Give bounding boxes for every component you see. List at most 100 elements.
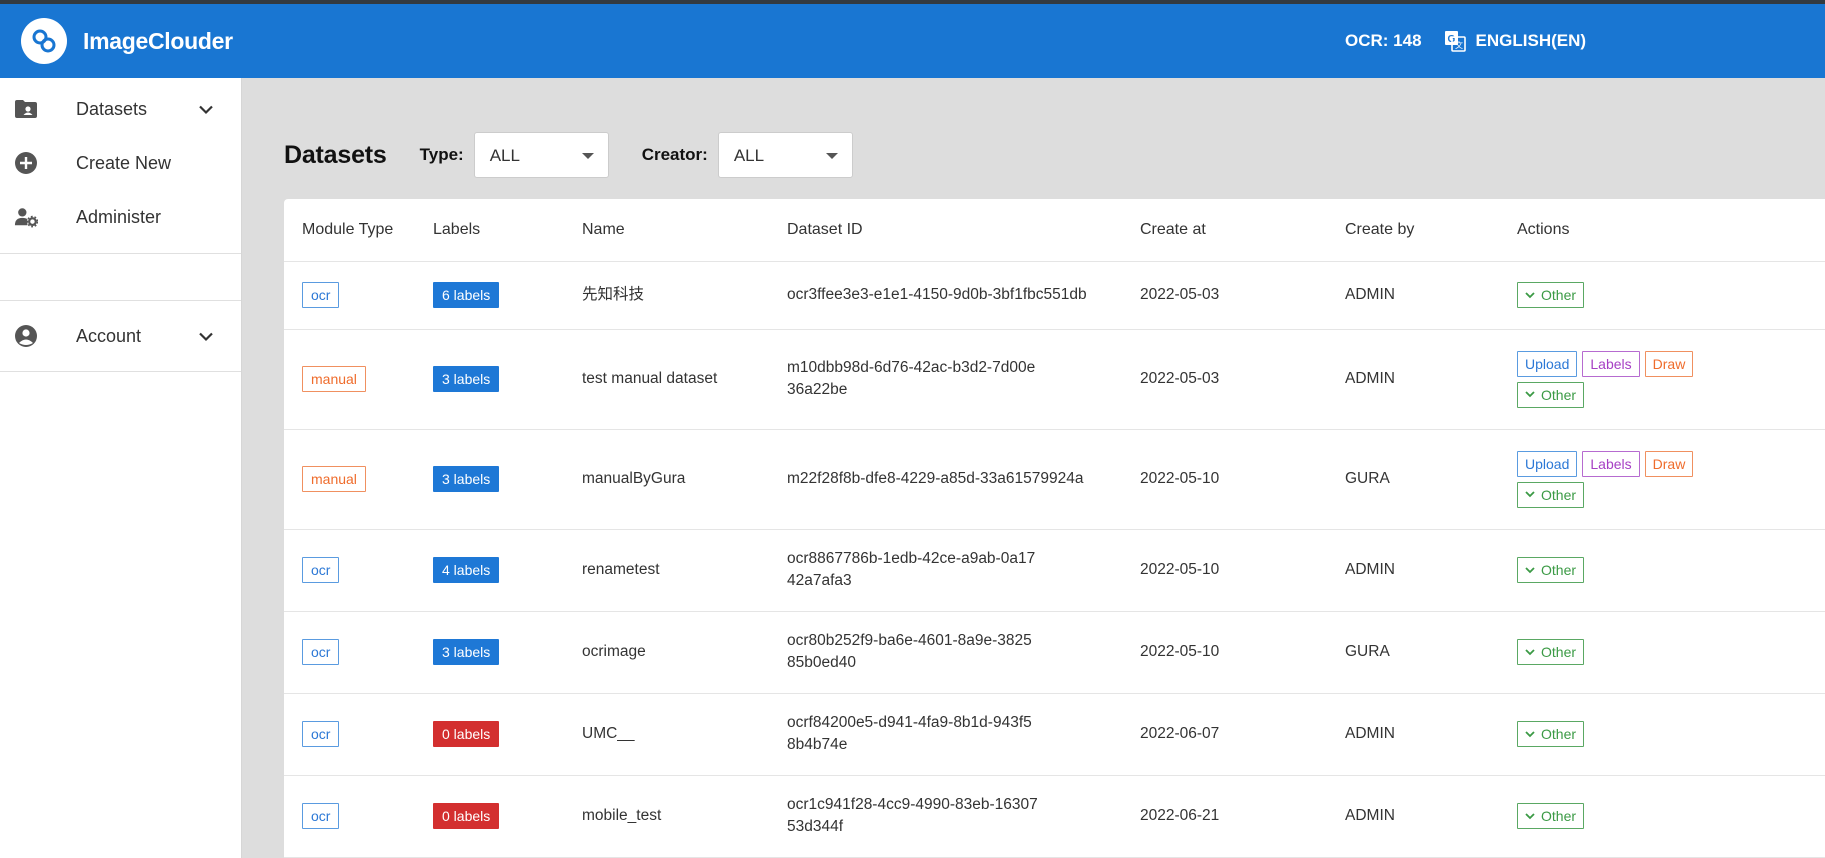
datasets-toolbar: Datasets Type: ALL Creator: ALL [284, 132, 853, 178]
other-actions-button[interactable]: Other [1517, 721, 1585, 747]
dataset-id: ocr80b252f9-ba6e-4601-8a9e-382585b0ed40 [787, 611, 1140, 694]
ocr-count: OCR: 148 [1345, 31, 1422, 50]
dataset-name[interactable]: renametest [582, 529, 787, 612]
sidebar-item-account[interactable]: Account [0, 301, 241, 371]
datasets-table-card: Module Type Labels Name Dataset ID Creat… [284, 199, 1825, 858]
sidebar-item-label: Account [76, 325, 142, 346]
account-circle-icon [14, 324, 38, 348]
table-row[interactable]: manual 3 labels test manual dataset m10d… [284, 329, 1825, 430]
dataset-name[interactable]: manualByGura [582, 429, 787, 530]
table-row[interactable]: ocr 0 labels UMC__ ocrf84200e5-d941-4fa9… [284, 693, 1825, 776]
dataset-id: m10dbb98d-6d76-42ac-b3d2-7d00e36a22be [787, 329, 1140, 430]
column-header-name[interactable]: Name [582, 199, 787, 262]
column-header-create-at[interactable]: Create at [1140, 199, 1345, 262]
labels-button[interactable]: Labels [1582, 450, 1640, 477]
module-type-badge: ocr [302, 803, 340, 829]
chevron-down-icon [1525, 566, 1535, 573]
type-filter-select[interactable]: ALL [473, 132, 609, 178]
sidebar-item-label: Datasets [76, 98, 148, 119]
dataset-name[interactable]: 先知科技 [582, 261, 787, 330]
created-by: ADMIN [1345, 261, 1517, 330]
sidebar-item-create-new[interactable]: Create New [0, 136, 241, 190]
table-row[interactable]: ocr 0 labels mobile_test ocr1c941f28-4cc… [284, 775, 1825, 858]
dataset-name[interactable]: mobile_test [582, 775, 787, 858]
labels-button[interactable]: Labels [1582, 350, 1640, 377]
draw-button[interactable]: Draw [1644, 350, 1694, 377]
column-header-module-type[interactable]: Module Type [284, 199, 433, 262]
table-row[interactable]: ocr 6 labels 先知科技 ocr3ffee3e3-e1e1-4150-… [284, 261, 1825, 330]
labels-count-badge[interactable]: 0 labels [433, 721, 500, 747]
created-at: 2022-06-07 [1140, 693, 1345, 776]
creator-filter-label: Creator: [641, 145, 708, 164]
dataset-id: ocr3ffee3e3-e1e1-4150-9d0b-3bf1fbc551db [787, 261, 1140, 330]
other-actions-button[interactable]: Other [1517, 282, 1585, 308]
other-actions-label: Other [1541, 808, 1577, 824]
chevron-down-icon [1525, 730, 1535, 737]
language-selector[interactable]: ENGLISH(EN) [1476, 31, 1587, 51]
created-by: ADMIN [1345, 775, 1517, 858]
table-row[interactable]: manual 3 labels manualByGura m22f28f8b-d… [284, 429, 1825, 530]
sidebar-divider [0, 371, 241, 372]
created-by: GURA [1345, 429, 1517, 530]
datasets-table: Module Type Labels Name Dataset ID Creat… [284, 199, 1825, 858]
creator-filter-select[interactable]: ALL [717, 132, 853, 178]
app-logo-icon[interactable] [21, 18, 67, 64]
created-at: 2022-05-10 [1140, 429, 1345, 530]
upload-button[interactable]: Upload [1517, 450, 1578, 477]
app-title[interactable]: ImageClouder [83, 28, 233, 55]
dataset-id: ocr8867786b-1edb-42ce-a9ab-0a1742a7afa3 [787, 529, 1140, 612]
module-type-badge: ocr [302, 721, 340, 747]
column-header-create-by[interactable]: Create by [1345, 199, 1517, 262]
other-actions-button[interactable]: Other [1517, 639, 1585, 665]
module-type-badge: ocr [302, 557, 340, 583]
labels-count-badge[interactable]: 4 labels [433, 557, 500, 583]
caret-down-icon [581, 153, 594, 159]
labels-count-badge[interactable]: 3 labels [433, 466, 500, 492]
chevron-down-icon[interactable] [198, 99, 214, 120]
labels-count-badge[interactable]: 6 labels [433, 282, 500, 308]
dataset-name[interactable]: UMC__ [582, 693, 787, 776]
table-row[interactable]: ocr 3 labels ocrimage ocr80b252f9-ba6e-4… [284, 611, 1825, 694]
other-actions-label: Other [1541, 486, 1577, 503]
other-actions-label: Other [1541, 386, 1577, 403]
dataset-name[interactable]: ocrimage [582, 611, 787, 694]
other-actions-button[interactable]: Other [1517, 481, 1585, 508]
labels-count-badge[interactable]: 3 labels [433, 366, 500, 392]
app-header: ImageClouder OCR: 148 G 文 ENGLISH(EN) [0, 4, 1825, 78]
created-at: 2022-06-21 [1140, 775, 1345, 858]
sidebar-item-label: Administer [76, 206, 162, 227]
folder-icon [14, 97, 38, 121]
created-at: 2022-05-10 [1140, 611, 1345, 694]
table-row[interactable]: ocr 4 labels renametest ocr8867786b-1edb… [284, 529, 1825, 612]
other-actions-label: Other [1541, 562, 1577, 578]
module-type-badge: ocr [302, 282, 340, 308]
column-header-dataset-id[interactable]: Dataset ID [787, 199, 1140, 262]
module-type-badge: ocr [302, 639, 340, 665]
chevron-down-icon [1525, 648, 1535, 655]
created-by: ADMIN [1345, 529, 1517, 612]
type-filter-value: ALL [489, 146, 520, 165]
sidebar: Datasets Create New Administer Account [0, 78, 242, 858]
other-actions-label: Other [1541, 644, 1577, 660]
labels-count-badge[interactable]: 3 labels [433, 639, 500, 665]
draw-button[interactable]: Draw [1644, 450, 1694, 477]
dataset-id: ocr1c941f28-4cc9-4990-83eb-1630753d344f [787, 775, 1140, 858]
sidebar-item-datasets[interactable]: Datasets [0, 82, 241, 136]
translate-icon[interactable]: G 文 [1444, 30, 1466, 52]
other-actions-button[interactable]: Other [1517, 803, 1585, 829]
created-by: ADMIN [1345, 693, 1517, 776]
created-at: 2022-05-10 [1140, 529, 1345, 612]
upload-button[interactable]: Upload [1517, 350, 1578, 377]
svg-text:文: 文 [1455, 40, 1463, 50]
other-actions-button[interactable]: Other [1517, 381, 1585, 408]
column-header-labels[interactable]: Labels [433, 199, 582, 262]
labels-count-badge[interactable]: 0 labels [433, 803, 500, 829]
sidebar-item-label: Create New [76, 152, 172, 173]
sidebar-item-administer[interactable]: Administer [0, 190, 241, 244]
dataset-name[interactable]: test manual dataset [582, 329, 787, 430]
chevron-down-icon[interactable] [198, 326, 214, 347]
table-header-row: Module Type Labels Name Dataset ID Creat… [284, 199, 1825, 262]
creator-filter-value: ALL [733, 146, 765, 165]
other-actions-button[interactable]: Other [1517, 557, 1585, 583]
created-by: ADMIN [1345, 329, 1517, 430]
